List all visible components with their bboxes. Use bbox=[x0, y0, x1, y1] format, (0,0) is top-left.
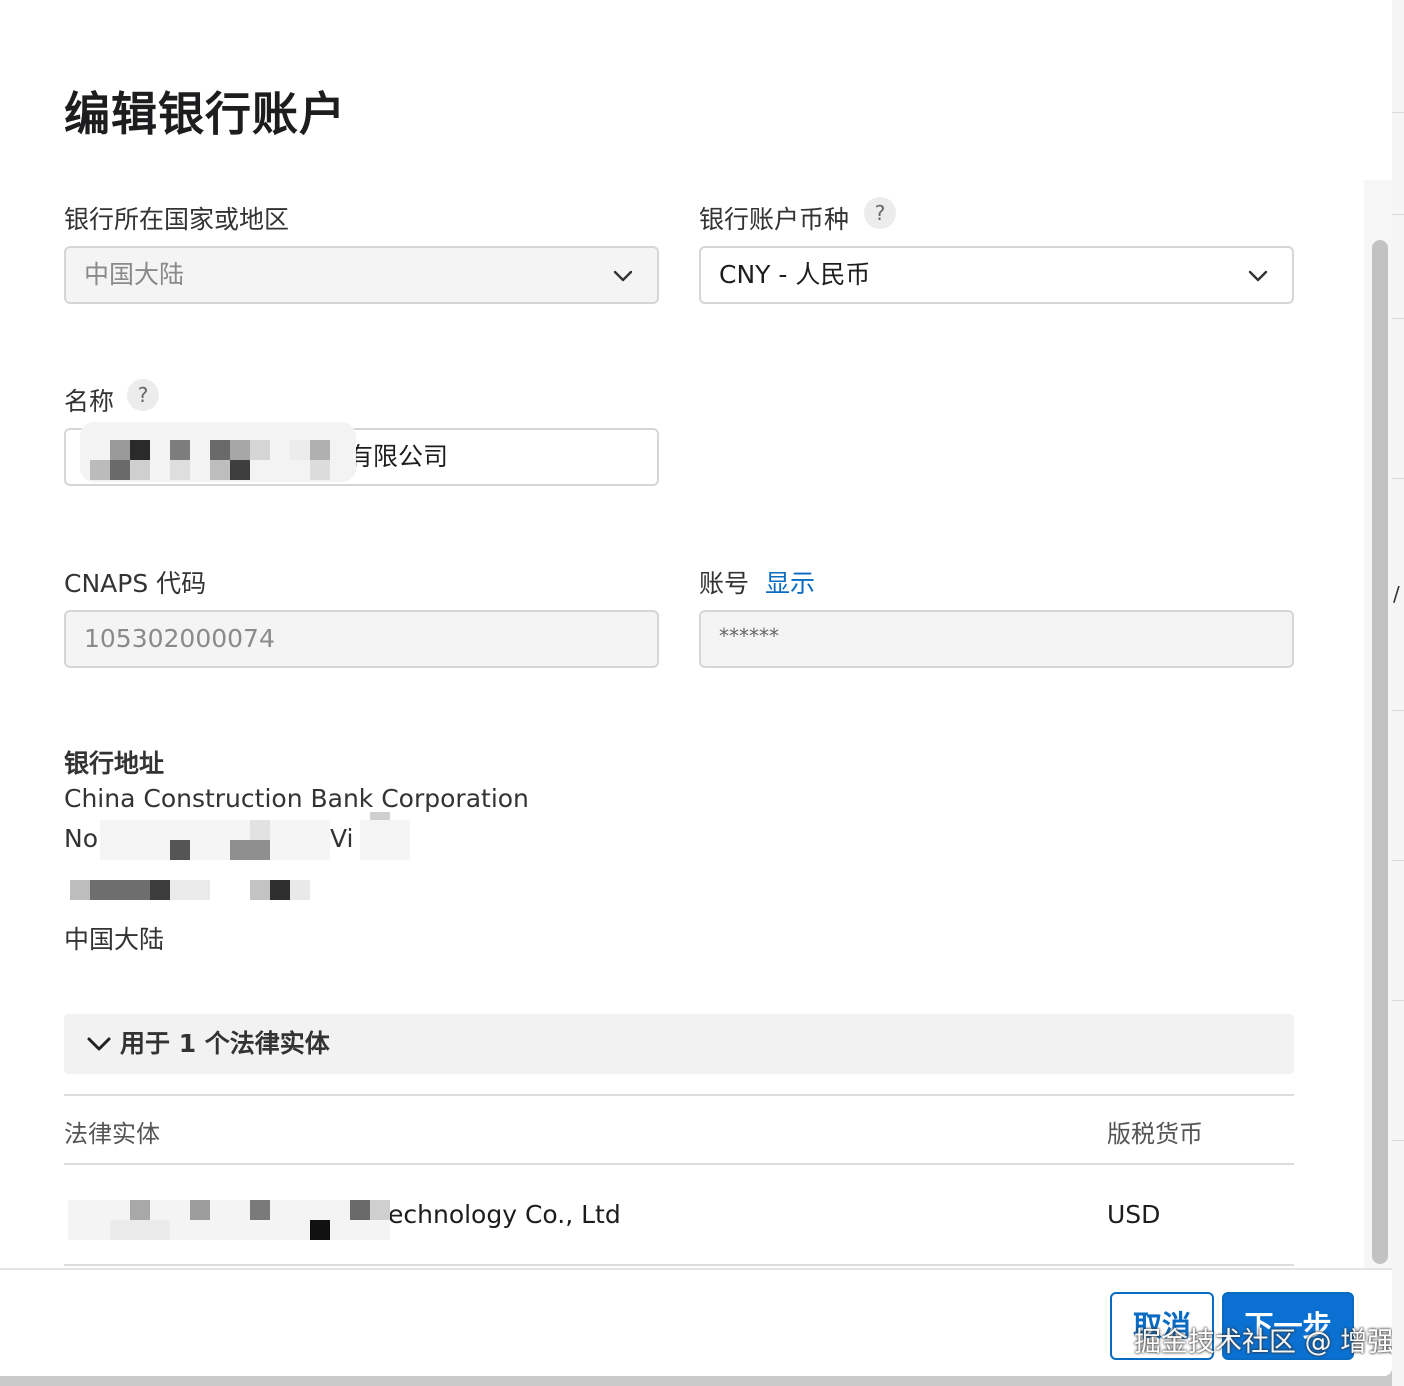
name-label: 名称 bbox=[64, 387, 115, 416]
dialog-title: 编辑银行账户 bbox=[64, 87, 346, 141]
table-divider bbox=[64, 1163, 1294, 1165]
bank-country-value: 中国大陆 bbox=[84, 260, 185, 289]
table-divider bbox=[64, 1264, 1294, 1266]
help-icon[interactable]: ? bbox=[864, 197, 896, 229]
background-page: / bbox=[1392, 0, 1404, 1386]
bank-country-select[interactable]: 中国大陆 bbox=[64, 246, 659, 304]
name-visible-value: 有限公司 bbox=[348, 442, 449, 471]
account-number-label: 账号 显示 bbox=[699, 564, 815, 600]
cnaps-value: 105302000074 bbox=[84, 624, 275, 653]
bank-address-fragment: No bbox=[64, 824, 98, 853]
chevron-down-icon bbox=[613, 270, 633, 282]
bank-address-title: 银行地址 bbox=[64, 749, 165, 778]
bank-country-label: 银行所在国家或地区 bbox=[64, 205, 290, 234]
legal-entities-toggle[interactable]: 用于 1 个法律实体 bbox=[64, 1014, 1294, 1074]
edit-bank-account-dialog: 编辑银行账户 银行所在国家或地区 中国大陆 银行账户币种 ? CNY - 人民币… bbox=[0, 0, 1392, 1376]
watermark: 掘金技术社区 @ 增强 bbox=[1134, 1327, 1392, 1358]
chevron-down-icon bbox=[87, 1037, 111, 1051]
chevron-down-icon bbox=[1248, 270, 1268, 282]
account-number-input[interactable]: ****** bbox=[699, 610, 1294, 668]
entity-name: echnology Co., Ltd bbox=[388, 1200, 621, 1229]
column-header-entity: 法律实体 bbox=[64, 1120, 160, 1148]
bank-address-fragment: Vi bbox=[330, 824, 354, 853]
table-divider bbox=[64, 1094, 1294, 1096]
entity-currency: USD bbox=[1107, 1200, 1161, 1229]
dialog-footer: 取消 下一步 掘金技术社区 @ 增强 bbox=[0, 1268, 1392, 1376]
legal-entities-toggle-label: 用于 1 个法律实体 bbox=[120, 1029, 330, 1058]
scrollbar-thumb[interactable] bbox=[1372, 240, 1388, 1264]
bank-address-country: 中国大陆 bbox=[64, 925, 165, 954]
currency-label: 银行账户币种 bbox=[699, 205, 850, 234]
help-icon[interactable]: ? bbox=[127, 379, 159, 411]
currency-value: CNY - 人民币 bbox=[719, 260, 871, 289]
cnaps-label: CNAPS 代码 bbox=[64, 569, 207, 598]
column-header-currency: 版税货币 bbox=[1107, 1120, 1203, 1148]
account-label-text: 账号 bbox=[699, 569, 750, 598]
bank-address-line2: No Vi bbox=[64, 824, 354, 853]
cnaps-input[interactable]: 105302000074 bbox=[64, 610, 659, 668]
bank-address-line1: China Construction Bank Corporation bbox=[64, 784, 529, 813]
account-masked-value: ****** bbox=[719, 624, 779, 648]
show-account-link[interactable]: 显示 bbox=[765, 569, 815, 598]
currency-select[interactable]: CNY - 人民币 bbox=[699, 246, 1294, 304]
